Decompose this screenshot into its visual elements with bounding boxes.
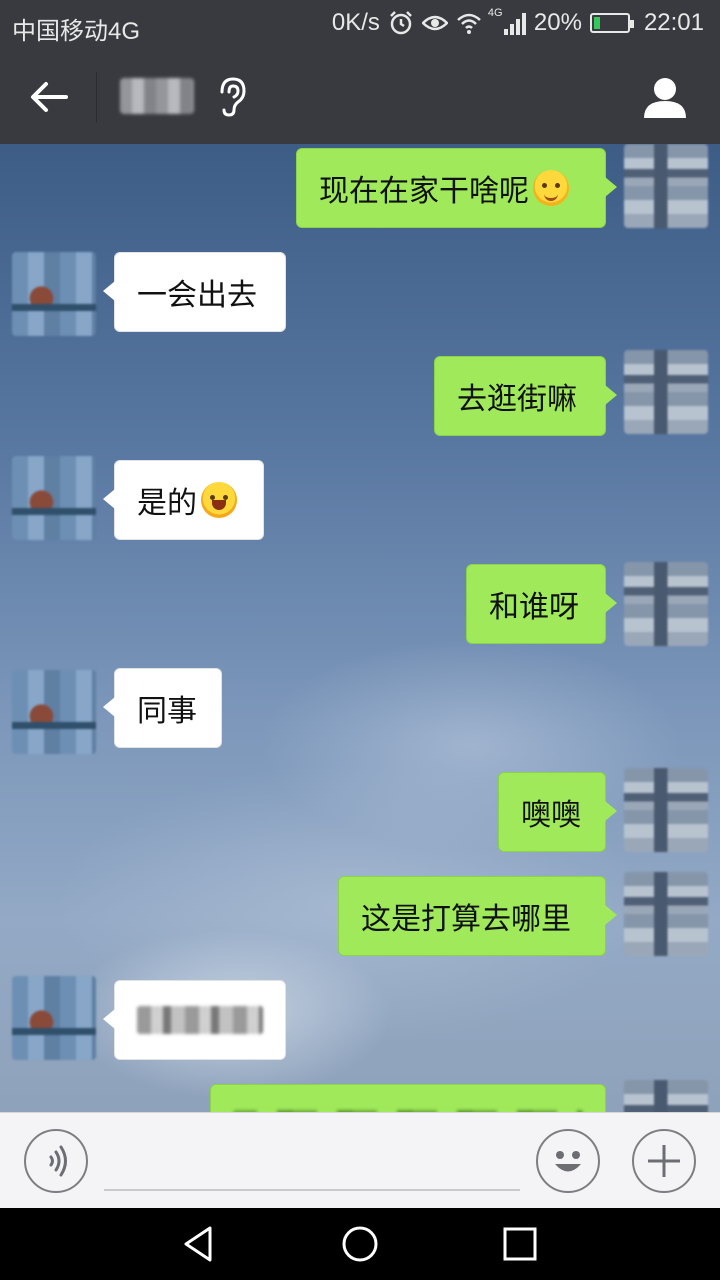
nav-recents-icon[interactable] xyxy=(500,1224,540,1264)
laugh-cry-emoji xyxy=(201,482,237,518)
status-bar: 中国移动4G 0K/s 4G 20% 22:01 xyxy=(0,0,720,50)
contact-avatar[interactable] xyxy=(12,976,96,1060)
smiley-icon xyxy=(555,1151,581,1172)
message-bubble-out[interactable] xyxy=(210,1084,606,1112)
my-avatar[interactable] xyxy=(624,872,708,956)
nav-home-icon[interactable] xyxy=(340,1224,380,1264)
message-bubble-out[interactable]: 噢噢 xyxy=(498,772,617,852)
message-text: 和谁呀 xyxy=(489,590,579,625)
contact-avatar[interactable] xyxy=(12,252,96,336)
system-nav-bar xyxy=(0,1208,720,1280)
message-bubble-in[interactable] xyxy=(103,980,286,1060)
signal-label: 4G xyxy=(487,7,503,19)
net-speed: 0K/s xyxy=(331,9,380,36)
message-text: 现在在家干啥呢 xyxy=(319,174,529,209)
message-text: 这是打算去哪里 xyxy=(361,902,571,937)
blush-emoji xyxy=(533,170,569,206)
contact-name-blurred xyxy=(120,78,194,114)
alarm-icon xyxy=(390,11,412,35)
contact-avatar[interactable] xyxy=(12,456,96,540)
nav-back-icon[interactable] xyxy=(180,1224,220,1264)
my-avatar[interactable] xyxy=(624,562,708,646)
title-divider xyxy=(96,72,97,122)
message-text: 去逛街嘛 xyxy=(457,382,577,417)
carrier-label: 中国移动4G xyxy=(12,18,141,45)
message-text: 噢噢 xyxy=(521,798,581,833)
message-bubble-out[interactable]: 现在在家干啥呢 xyxy=(296,148,617,228)
battery-percent: 20% xyxy=(533,9,582,36)
status-icons: 0K/s 4G 20% 22:01 xyxy=(331,7,704,37)
message-bubble-in[interactable]: 是的 xyxy=(103,460,264,540)
my-avatar[interactable] xyxy=(624,350,708,434)
message-bubble-in[interactable]: 一会出去 xyxy=(103,252,286,332)
my-avatar[interactable] xyxy=(624,768,708,852)
eye-icon xyxy=(421,15,448,31)
signal-icon: 4G xyxy=(488,7,526,35)
battery-fill xyxy=(593,17,600,29)
my-avatar[interactable] xyxy=(624,144,708,228)
message-text: 一会出去 xyxy=(137,278,257,313)
ear-icon xyxy=(220,77,246,117)
voice-button[interactable] xyxy=(24,1129,88,1193)
title-bar xyxy=(0,50,720,144)
contact-avatar[interactable] xyxy=(12,670,96,754)
message-input[interactable] xyxy=(104,1189,520,1191)
voice-icon xyxy=(49,1145,67,1177)
message-text: 同事 xyxy=(137,694,197,729)
message-bubble-in[interactable]: 同事 xyxy=(103,668,222,748)
message-bubble-out[interactable]: 这是打算去哪里 xyxy=(338,876,617,956)
message-bubble-out[interactable]: 去逛街嘛 xyxy=(434,356,617,436)
plus-icon xyxy=(648,1145,680,1177)
arrow-left-icon[interactable] xyxy=(26,74,72,120)
my-avatar[interactable] xyxy=(624,1080,708,1112)
message-bubble-out[interactable]: 和谁呀 xyxy=(466,564,617,644)
person-icon[interactable] xyxy=(642,74,688,120)
wifi-icon xyxy=(457,13,481,34)
clock: 22:01 xyxy=(643,9,704,36)
battery-icon xyxy=(589,13,634,33)
input-bar xyxy=(0,1112,720,1208)
blurred-message-text xyxy=(137,1006,263,1034)
message-text: 是的 xyxy=(137,486,197,521)
emoji-button[interactable] xyxy=(536,1129,600,1193)
chat-area[interactable]: 现在在家干啥呢 一会出去 去逛街嘛 是的 和谁呀 同事 噢噢 这是打算去哪里 xyxy=(0,144,720,1112)
plus-button[interactable] xyxy=(632,1129,696,1193)
